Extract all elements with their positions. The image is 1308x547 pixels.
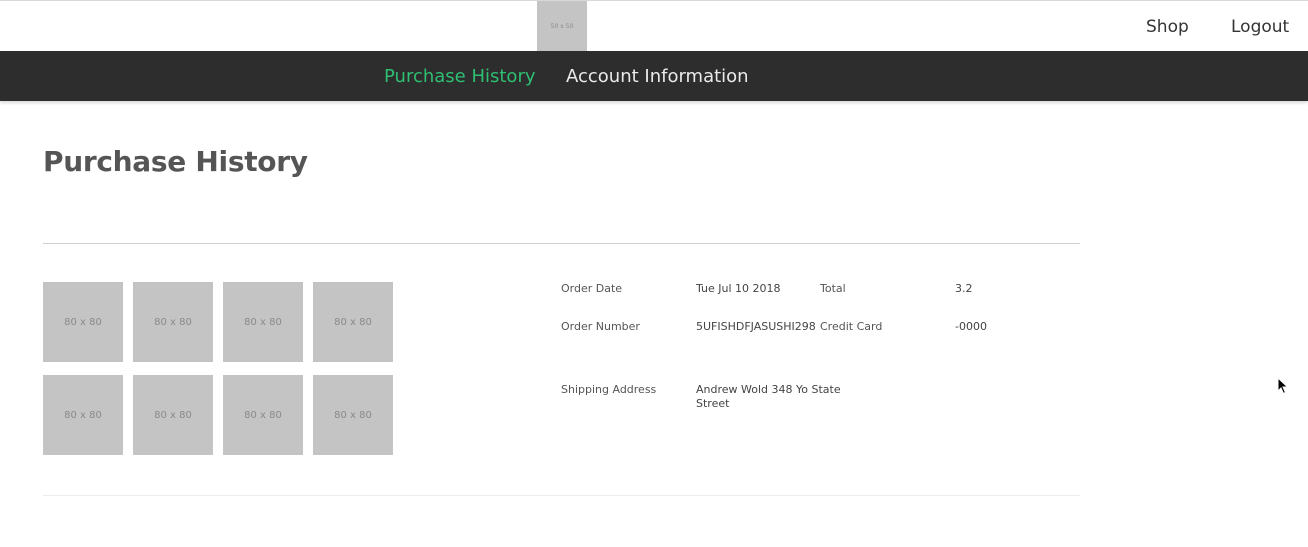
product-thumbnail[interactable]: 80 x 80 [313, 282, 393, 362]
product-thumbnail[interactable]: 80 x 80 [133, 282, 213, 362]
account-nav-bar: Purchase History Account Information [0, 51, 1308, 101]
divider-top [43, 243, 1080, 244]
shipping-address-label: Shipping Address [561, 383, 657, 396]
nav-account-information[interactable]: Account Information [566, 66, 749, 87]
product-thumbnail[interactable]: 80 x 80 [223, 375, 303, 455]
divider-bottom [43, 495, 1080, 496]
mouse-cursor-icon [1277, 377, 1289, 395]
order-number-label: Order Number [561, 320, 640, 333]
product-thumbnail[interactable]: 80 x 80 [43, 375, 123, 455]
shop-link[interactable]: Shop [1146, 17, 1189, 37]
order-date-label: Order Date [561, 282, 623, 295]
order-number-value: 5UFISHDFJASUSHI298 [696, 320, 816, 333]
total-value: 3.2 [955, 282, 973, 295]
logout-link[interactable]: Logout [1231, 17, 1289, 37]
shipping-address-line1: Andrew Wold 348 Yo State [696, 383, 841, 396]
logo-placeholder[interactable]: 50 x 50 [537, 1, 587, 51]
nav-purchase-history[interactable]: Purchase History [384, 66, 536, 87]
order-date-value: Tue Jul 10 2018 [696, 282, 781, 295]
top-bar: 50 x 50 Shop Logout [0, 0, 1308, 51]
product-thumbnail[interactable]: 80 x 80 [133, 375, 213, 455]
product-thumbnail[interactable]: 80 x 80 [223, 282, 303, 362]
page-title: Purchase History [43, 145, 308, 178]
shipping-address-line2: Street [696, 397, 730, 410]
total-label: Total [820, 282, 846, 295]
order-thumbnails: 80 x 80 80 x 80 80 x 80 80 x 80 80 x 80 … [43, 282, 393, 455]
product-thumbnail[interactable]: 80 x 80 [43, 282, 123, 362]
credit-card-value: -0000 [955, 320, 987, 333]
product-thumbnail[interactable]: 80 x 80 [313, 375, 393, 455]
credit-card-label: Credit Card [820, 320, 883, 333]
